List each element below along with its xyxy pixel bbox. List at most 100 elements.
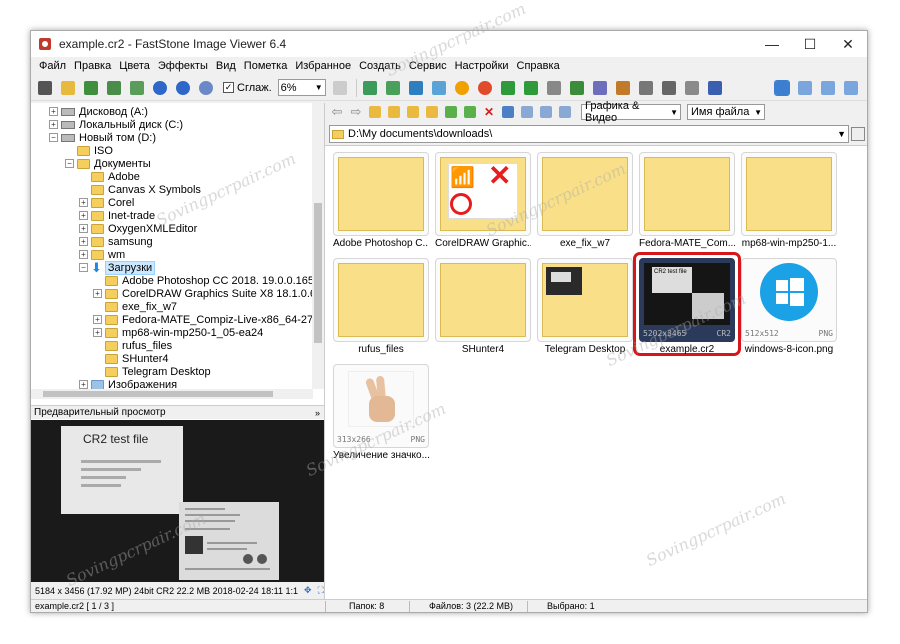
up-folder-icon[interactable] (367, 104, 383, 120)
trash-icon[interactable] (851, 127, 865, 141)
tree-item[interactable]: Telegram Desktop (105, 365, 211, 378)
tree-item[interactable]: + OxygenXMLEditor (79, 222, 197, 235)
resize-icon[interactable] (360, 78, 380, 98)
email-icon[interactable] (682, 78, 702, 98)
expander-icon[interactable]: + (79, 211, 88, 220)
tree-item[interactable]: SHunter4 (105, 352, 168, 365)
rotate-right-icon[interactable] (521, 78, 541, 98)
scanner-icon[interactable] (636, 78, 656, 98)
red-eye-icon[interactable] (475, 78, 495, 98)
thumbnail-item-selected[interactable]: CR2 test file 5202x3465 CR2 example.cr2 (639, 258, 735, 358)
color-adjust-icon[interactable] (406, 78, 426, 98)
layout-3-icon[interactable] (818, 78, 838, 98)
expander-icon[interactable]: + (93, 328, 102, 337)
chevron-down-icon[interactable]: ▼ (837, 129, 846, 139)
save-icon[interactable] (705, 78, 725, 98)
path-input[interactable]: D:\My documents\downloads\ ▼ (329, 125, 849, 143)
menu-colors[interactable]: Цвета (115, 60, 154, 72)
tree-item[interactable]: + samsung (79, 235, 153, 248)
menu-help[interactable]: Справка (513, 60, 564, 72)
expander-icon[interactable]: + (79, 380, 88, 389)
thumbnail-item[interactable]: 📶 ✕ CorelDRAW Graphic... (435, 152, 531, 252)
tree-item[interactable]: + Дисковод (A:) (49, 105, 148, 118)
tree-item[interactable]: − Документы (65, 157, 151, 170)
minimize-button[interactable]: — (753, 31, 791, 57)
layout-4-icon[interactable] (841, 78, 861, 98)
menu-settings[interactable]: Настройки (451, 60, 513, 72)
thumbnail-item[interactable]: Fedora-MATE_Com... (639, 152, 735, 252)
tree-item-downloads[interactable]: − ⬇ Загрузки (79, 260, 156, 275)
thumbnail-item[interactable]: Adobe Photoshop C... (333, 152, 429, 252)
thumbnail-item[interactable]: exe_fix_w7 (537, 152, 633, 252)
menu-tag[interactable]: Пометка (240, 60, 292, 72)
tree-item[interactable]: Adobe Photoshop CC 2018. 19.0.0.165 RePa… (105, 274, 313, 287)
print-icon[interactable] (659, 78, 679, 98)
expander-icon[interactable]: + (93, 289, 102, 298)
tree-item[interactable]: ISO (77, 144, 113, 157)
fullsize-icon[interactable]: ⛶ (318, 585, 324, 596)
crop-icon[interactable] (383, 78, 403, 98)
preview-image[interactable]: CR2 test file (31, 420, 324, 582)
expander-icon[interactable]: − (49, 133, 58, 142)
tree-item[interactable]: + Fedora-MATE_Compiz-Live-x86_64-27 (93, 313, 313, 326)
columns-icon[interactable] (519, 104, 535, 120)
tree-item[interactable]: + mp68-win-mp250-1_05-ea24 (93, 326, 263, 339)
fit-icon[interactable]: ✥ (304, 585, 312, 596)
thumbnail-item[interactable]: mp68-win-mp250-1... (741, 152, 837, 252)
thumbnail-item[interactable]: 313x266 PNG Увеличение значко... (333, 364, 429, 464)
layout-1-icon[interactable] (772, 78, 792, 98)
tree-item[interactable]: + Inet-trade (79, 209, 155, 222)
filter-select[interactable]: Графика & Видео ▼ (581, 100, 681, 124)
expander-icon[interactable]: + (79, 250, 88, 259)
tree-vertical-scrollbar[interactable] (312, 103, 324, 389)
effects-icon[interactable] (429, 78, 449, 98)
compare-icon[interactable] (544, 78, 564, 98)
camera-icon[interactable] (35, 78, 55, 98)
hand-tool-icon[interactable] (330, 78, 350, 98)
thumbnail-size-icon[interactable] (557, 104, 573, 120)
brightness-icon[interactable] (452, 78, 472, 98)
tree-item[interactable]: Adobe (91, 170, 140, 183)
tree-item[interactable]: rufus_files (105, 339, 172, 352)
forward-icon[interactable]: ⇨ (348, 104, 364, 120)
tree-horizontal-scrollbar[interactable] (31, 389, 313, 399)
expander-icon[interactable]: + (49, 107, 58, 116)
collapse-icon[interactable]: » (315, 406, 320, 420)
tree-item[interactable]: + Corel (79, 196, 134, 209)
move-to-icon[interactable] (424, 104, 440, 120)
thumbnail-item[interactable]: SHunter4 (435, 258, 531, 358)
new-folder-icon[interactable] (386, 104, 402, 120)
fullscreen-icon[interactable] (104, 78, 124, 98)
menu-view[interactable]: Вид (212, 60, 240, 72)
menu-effects[interactable]: Эффекты (154, 60, 212, 72)
expander-icon[interactable]: − (79, 263, 88, 272)
zoom-select[interactable]: 6% ▼ (277, 79, 326, 96)
open-folder-icon[interactable] (58, 78, 78, 98)
select-all-icon[interactable] (500, 104, 516, 120)
slideshow-icon[interactable] (127, 78, 147, 98)
expander-icon[interactable]: − (65, 159, 74, 168)
draw-icon[interactable] (613, 78, 633, 98)
layout-2-icon[interactable] (795, 78, 815, 98)
menu-tools[interactable]: Сервис (405, 60, 451, 72)
menu-file[interactable]: Файл (35, 60, 70, 72)
actual-size-icon[interactable] (196, 78, 216, 98)
tree-item[interactable]: + Локальный диск (C:) (49, 118, 183, 131)
browse-icon[interactable] (81, 78, 101, 98)
tree-item[interactable]: + CorelDRAW Graphics Suite X8 18.1.0.661 (93, 287, 313, 300)
copy-to-icon[interactable] (405, 104, 421, 120)
tree-item[interactable]: exe_fix_w7 (105, 300, 177, 313)
refresh-icon[interactable] (462, 104, 478, 120)
menu-edit[interactable]: Правка (70, 60, 115, 72)
smooth-checkbox[interactable]: ✓ Сглаж. (223, 82, 272, 94)
delete-icon[interactable]: ✕ (481, 104, 497, 120)
sort-select[interactable]: Имя файла ▼ (687, 104, 765, 120)
rotate-left-icon[interactable] (498, 78, 518, 98)
menu-create[interactable]: Создать (355, 60, 405, 72)
expander-icon[interactable]: + (79, 224, 88, 233)
menu-favorites[interactable]: Избранное (291, 60, 355, 72)
tree-item[interactable]: + wm (79, 248, 125, 261)
thumbnail-item[interactable]: Telegram Desktop (537, 258, 633, 358)
favorites-icon[interactable] (443, 104, 459, 120)
title-bar[interactable]: example.cr2 - FastStone Image Viewer 6.4… (31, 31, 867, 57)
